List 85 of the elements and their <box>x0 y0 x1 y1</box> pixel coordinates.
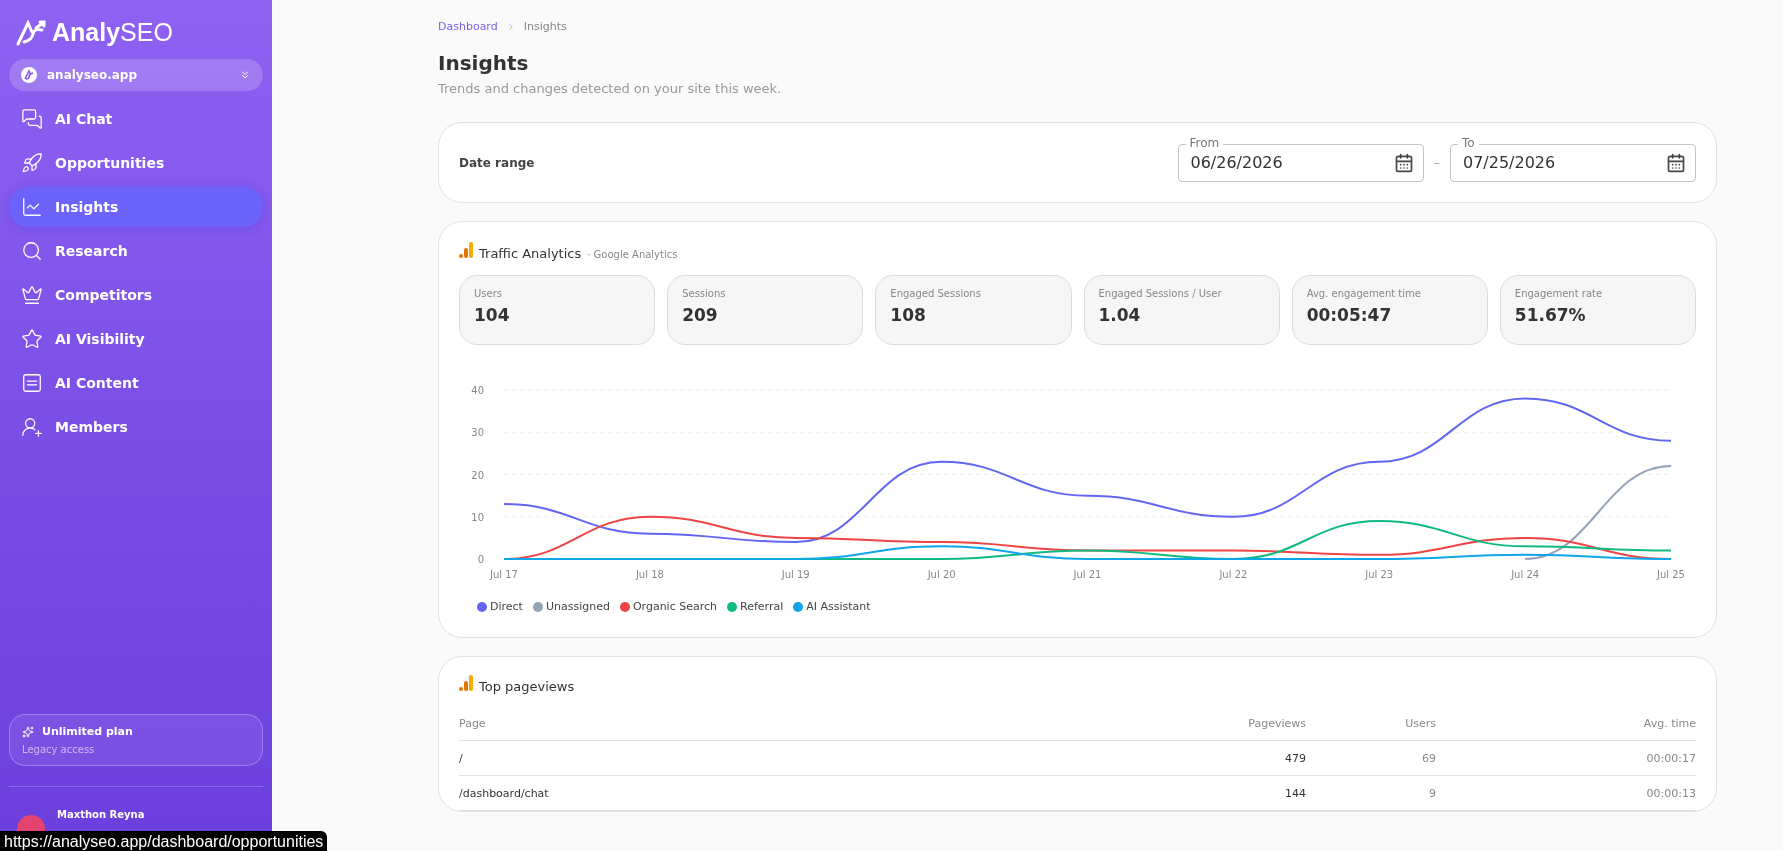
star-icon <box>21 328 43 350</box>
metric-value: 108 <box>890 305 927 325</box>
user-name: Maxthon Reyna <box>57 809 145 820</box>
axis-tick-label: Jul 20 <box>927 569 956 580</box>
bar-chart-icon <box>459 242 473 258</box>
nav-item[interactable]: AI Content <box>9 363 263 403</box>
chat-bubbles-icon <box>21 108 43 130</box>
breadcrumb-current: Insights <box>523 20 567 33</box>
table-cell-text: 479 <box>1284 751 1306 765</box>
url-tooltip: https://analyseo.app/dashboard/opportunities <box>0 831 328 851</box>
bar-chart-icon <box>459 675 473 691</box>
nav-item[interactable]: Insights <box>9 187 263 227</box>
plan-title: Unlimited plan <box>42 725 133 738</box>
plan-subtitle: Legacy access <box>22 744 96 755</box>
table-cell-text: 9 <box>1428 786 1436 800</box>
card-title: Top pageviews <box>479 679 575 694</box>
nav-item[interactable]: Members <box>9 407 263 447</box>
legend-label[interactable]: Unassigned <box>545 600 610 613</box>
page-title: Insights <box>438 51 530 75</box>
site-logo-icon <box>21 67 37 83</box>
column-header: Pageviews <box>1247 716 1306 730</box>
metric-value: 104 <box>474 305 511 325</box>
logo-icon <box>16 19 46 46</box>
metric-label: Sessions <box>682 288 727 299</box>
table-cell-text: 00:00:13 <box>1645 786 1696 800</box>
axis-tick-label: Jul 21 <box>1073 569 1102 580</box>
metric-value: 00:05:47 <box>1306 305 1393 325</box>
document-icon <box>21 372 43 394</box>
axis-tick-label: Jul 23 <box>1365 569 1394 580</box>
user-add-icon <box>21 416 43 438</box>
range-separator: – <box>1433 155 1440 170</box>
axis-tick-label: Jul 24 <box>1511 569 1540 580</box>
logo-text: AnalySEO <box>52 18 173 47</box>
nav-item[interactable]: Competitors <box>9 275 263 315</box>
metric-label: Users <box>474 288 503 299</box>
legend-label[interactable]: AI Assistant <box>806 600 871 613</box>
chevron-down-icon <box>239 69 251 81</box>
nav-item[interactable]: Opportunities <box>9 143 263 183</box>
metric-value: 209 <box>682 305 719 325</box>
metric-label: Engaged Sessions <box>890 288 982 299</box>
calendar-icon[interactable] <box>1666 152 1686 173</box>
metric-label: Engaged Sessions / User <box>1098 288 1223 299</box>
metric-value: 1.04 <box>1098 305 1142 325</box>
column-header: Users <box>1404 716 1436 730</box>
nav-item[interactable]: AI Chat <box>9 99 263 139</box>
page-subtitle: Trends and changes detected on your site this week. <box>438 81 783 96</box>
line-chart-icon <box>21 196 43 218</box>
metric-value: 51.67% <box>1514 305 1587 325</box>
axis-tick-label: Jul 18 <box>635 569 664 580</box>
crown-icon <box>21 284 43 306</box>
table-cell-text: 144 <box>1284 786 1306 800</box>
field-label: To <box>1458 135 1479 150</box>
breadcrumb-link[interactable]: Dashboard <box>438 20 498 33</box>
table-cell-text: 69 <box>1421 751 1436 765</box>
plan-card[interactable]: Unlimited plan Legacy access <box>9 714 263 766</box>
axis-tick-label: Jul 25 <box>1657 569 1685 580</box>
card-title: Traffic Analytics <box>479 246 582 261</box>
axis-tick-label: Jul 19 <box>781 569 810 580</box>
legend-label[interactable]: Direct <box>490 600 523 613</box>
nav-item[interactable]: Research <box>9 231 263 271</box>
axis-tick-label: Jul 22 <box>1219 569 1248 580</box>
axis-tick-label: 20 <box>471 469 484 481</box>
date-range-label: Date range <box>459 155 536 170</box>
card-source: · Google Analytics <box>587 249 678 260</box>
column-header: Page <box>459 716 487 730</box>
search-icon <box>21 240 43 262</box>
field-label: From <box>1185 135 1224 150</box>
nav-item[interactable]: AI Visibility <box>9 319 263 359</box>
axis-tick-label: Jul 17 <box>490 569 518 580</box>
axis-tick-label: 0 <box>477 554 484 565</box>
table-cell-text: 00:00:17 <box>1645 751 1696 765</box>
table-cell-text: / <box>459 751 464 765</box>
metric-label: Avg. engagement time <box>1306 288 1422 299</box>
axis-tick-label: 30 <box>471 427 484 439</box>
axis-tick-label: 40 <box>471 385 484 396</box>
rocket-icon <box>21 152 43 174</box>
axis-tick-label: 10 <box>471 511 484 523</box>
column-header: Avg. time <box>1642 716 1696 730</box>
table-cell-text: /dashboard/chat <box>459 786 550 800</box>
site-selector[interactable]: analyseo.app <box>9 59 263 91</box>
legend-label[interactable]: Referral <box>740 600 784 613</box>
legend-label[interactable]: Organic Search <box>632 600 717 613</box>
calendar-icon[interactable] <box>1393 152 1414 173</box>
sparkles-icon <box>22 725 34 738</box>
metric-label: Engagement rate <box>1514 288 1604 299</box>
